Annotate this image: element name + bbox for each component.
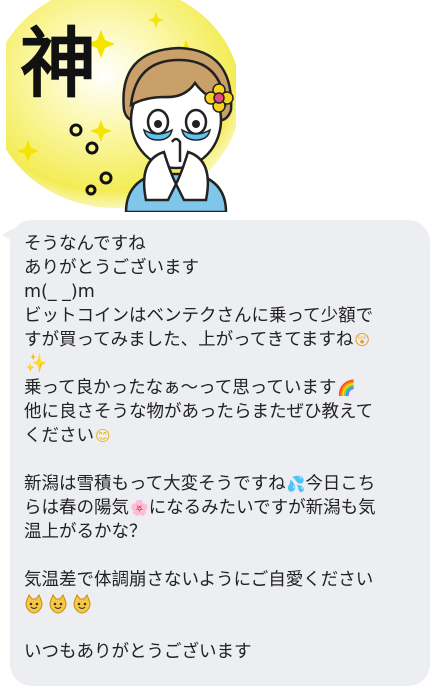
message-line: ください😊 [24,426,111,446]
message-bubble[interactable]: そうなんですね ありがとうございます m(_ _)m ビットコインはベンテクさん… [10,220,430,686]
sparkles-icon: ✨ [25,353,48,374]
cat-faces [24,594,92,614]
sticker-kanji: 神 [20,19,96,108]
message-line: ビットコインはベンテクさんに乗って少額で [24,306,374,326]
rainbow-icon: 🌈 [337,379,357,397]
cat-face-icon [73,594,91,614]
cat-face-icon [49,594,67,614]
message-line: 気温差で体調崩さないようにご自愛ください [24,570,374,590]
chat-screen: 神 そうなんですね ありがとうございます m(_ _)m ビットコインはベンテク… [0,0,442,696]
cat-face-icon [25,594,43,614]
sticker-image[interactable]: 神 [6,0,236,212]
smiling-face-icon: 😊 [95,427,111,445]
message-line: 他に良さそうな物があったらまたぜひ教えて [24,402,374,422]
message-line: すが買ってみました、上がってきてますね😲 [24,330,370,350]
amazed-girl-sticker-icon: 神 [6,0,236,212]
message-line: そうなんですね [24,234,146,254]
message-line: ありがとうございます [24,258,199,278]
message-line: ✨ [24,352,418,376]
cherry-blossom-icon: 🌸 [130,499,149,517]
message-line: m(_ _)m [24,282,95,302]
sweat-droplets-icon: 💦 [286,475,306,493]
message-line: 新潟は雪積もって大変そうですね💦今日こち [24,474,376,494]
message-line: 温上がるかな？ [24,522,147,542]
message-line: 乗って良かったなぁ〜って思っています🌈 [24,378,357,398]
message-line [24,592,418,616]
surprised-face-icon: 😲 [354,331,370,349]
message-line: らは春の陽気🌸になるみたいですが新潟も気 [24,498,376,518]
message-line: いつもありがとうございます [24,642,252,662]
